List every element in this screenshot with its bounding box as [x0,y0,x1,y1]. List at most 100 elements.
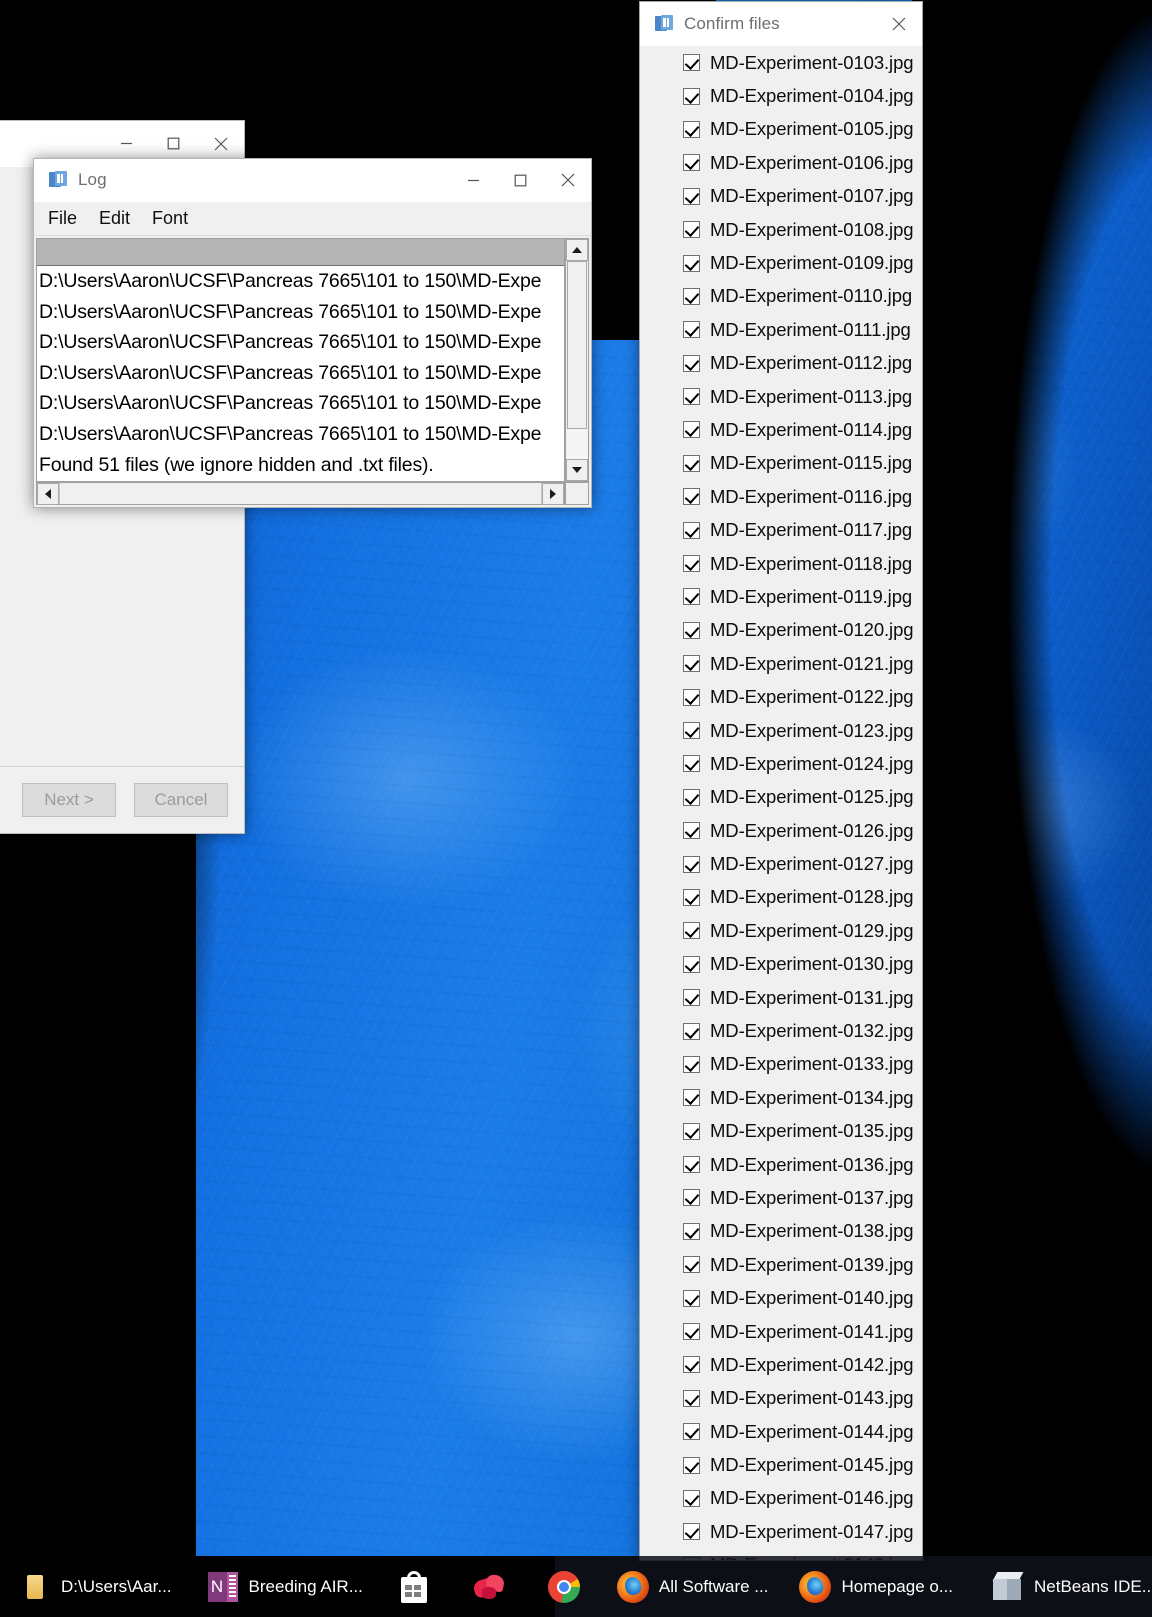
taskbar-item-firefox-all-software[interactable]: All Software ... [610,1556,768,1617]
taskbar-item-store[interactable] [391,1556,440,1617]
list-item[interactable]: MD-Experiment-0146.jpg [641,1482,921,1515]
list-item[interactable]: MD-Experiment-0143.jpg [641,1382,921,1415]
scroll-left-icon[interactable] [37,483,59,505]
list-item[interactable]: MD-Experiment-0133.jpg [641,1048,921,1081]
list-item[interactable]: MD-Experiment-0104.jpg [641,79,921,112]
log-titlebar[interactable]: Log [34,159,591,202]
scroll-up-icon[interactable] [566,239,588,261]
log-vertical-scrollbar[interactable] [565,238,589,482]
list-item[interactable]: MD-Experiment-0106.jpg [641,146,921,179]
list-item[interactable]: MD-Experiment-0132.jpg [641,1014,921,1047]
checkbox-icon[interactable] [683,1089,700,1107]
checkbox-icon[interactable] [683,388,700,406]
list-item[interactable]: MD-Experiment-0105.jpg [641,113,921,146]
list-item[interactable]: MD-Experiment-0111.jpg [641,313,921,346]
log-window[interactable]: Log File Edit Font D:\Users\Aaron\UCSF\P… [33,158,592,508]
checkbox-icon[interactable] [683,888,700,906]
scrollbar-track-h[interactable] [59,483,542,504]
checkbox-icon[interactable] [683,1055,700,1073]
list-item[interactable]: MD-Experiment-0113.jpg [641,380,921,413]
checkbox-icon[interactable] [683,1356,700,1374]
taskbar-item-netbeans[interactable]: NetBeans IDE... [985,1556,1152,1617]
checkbox-icon[interactable] [683,521,700,539]
list-item[interactable]: MD-Experiment-0140.jpg [641,1281,921,1314]
checkbox-icon[interactable] [683,588,700,606]
list-item[interactable]: MD-Experiment-0115.jpg [641,447,921,480]
checkbox-icon[interactable] [683,655,700,673]
confirm-files-dialog[interactable]: Confirm files MD-Experiment-0103.jpg MD-E… [639,1,923,1561]
list-item[interactable]: MD-Experiment-0142.jpg [641,1348,921,1381]
checkbox-icon[interactable] [683,1022,700,1040]
checkbox-icon[interactable] [683,221,700,239]
minimize-icon[interactable] [450,158,497,202]
checkbox-icon[interactable] [683,555,700,573]
checkbox-icon[interactable] [683,621,700,639]
checkbox-icon[interactable] [683,1523,700,1541]
list-item[interactable]: MD-Experiment-0125.jpg [641,781,921,814]
scrollbar-thumb[interactable] [567,261,587,429]
list-item[interactable]: MD-Experiment-0103.jpg [641,46,921,79]
checkbox-icon[interactable] [683,1423,700,1441]
maximize-icon[interactable] [497,158,544,202]
checkbox-icon[interactable] [683,1189,700,1207]
checkbox-icon[interactable] [683,187,700,205]
checkbox-icon[interactable] [683,488,700,506]
checkbox-icon[interactable] [683,287,700,305]
list-item[interactable]: MD-Experiment-0121.jpg [641,647,921,680]
taskbar-item-explorer[interactable]: D:\Users\Aar... [12,1556,172,1617]
list-item[interactable]: MD-Experiment-0130.jpg [641,948,921,981]
checkbox-icon[interactable] [683,1156,700,1174]
list-item[interactable]: MD-Experiment-0137.jpg [641,1181,921,1214]
confirm-files-list[interactable]: MD-Experiment-0103.jpg MD-Experiment-0104… [641,46,921,1560]
list-item[interactable]: MD-Experiment-0107.jpg [641,180,921,213]
confirm-titlebar[interactable]: Confirm files [640,2,922,46]
taskbar[interactable]: D:\Users\Aar... N Breeding AIR... All So… [0,1556,1152,1617]
checkbox-icon[interactable] [683,1456,700,1474]
checkbox-icon[interactable] [683,1122,700,1140]
next-button[interactable]: Next > [22,783,116,817]
scroll-down-icon[interactable] [566,459,588,481]
checkbox-icon[interactable] [683,1489,700,1507]
list-item[interactable]: MD-Experiment-0122.jpg [641,680,921,713]
taskbar-item-red-app[interactable] [466,1556,515,1617]
list-item[interactable]: MD-Experiment-0126.jpg [641,814,921,847]
checkbox-icon[interactable] [683,1289,700,1307]
checkbox-icon[interactable] [683,855,700,873]
list-item[interactable]: MD-Experiment-0124.jpg [641,747,921,780]
list-item[interactable]: MD-Experiment-0141.jpg [641,1315,921,1348]
checkbox-icon[interactable] [683,154,700,172]
taskbar-item-firefox-homepage[interactable]: Homepage o... [792,1556,953,1617]
list-item[interactable]: MD-Experiment-0116.jpg [641,480,921,513]
checkbox-icon[interactable] [683,955,700,973]
checkbox-icon[interactable] [683,1222,700,1240]
close-icon[interactable] [875,2,922,46]
list-item[interactable]: MD-Experiment-0138.jpg [641,1215,921,1248]
list-item[interactable]: MD-Experiment-0131.jpg [641,981,921,1014]
checkbox-icon[interactable] [683,120,700,138]
checkbox-icon[interactable] [683,989,700,1007]
checkbox-icon[interactable] [683,421,700,439]
list-item[interactable]: MD-Experiment-0112.jpg [641,347,921,380]
list-item[interactable]: MD-Experiment-0135.jpg [641,1115,921,1148]
close-icon[interactable] [544,158,591,202]
list-item[interactable]: MD-Experiment-0120.jpg [641,614,921,647]
menu-item-file[interactable]: File [40,208,85,229]
menu-item-font[interactable]: Font [144,208,196,229]
list-item[interactable]: MD-Experiment-0129.jpg [641,914,921,947]
list-item[interactable]: MD-Experiment-0123.jpg [641,714,921,747]
checkbox-icon[interactable] [683,822,700,840]
list-item[interactable]: MD-Experiment-0128.jpg [641,881,921,914]
list-item[interactable]: MD-Experiment-0110.jpg [641,280,921,313]
checkbox-icon[interactable] [683,788,700,806]
checkbox-icon[interactable] [683,922,700,940]
list-item[interactable]: MD-Experiment-0136.jpg [641,1148,921,1181]
list-item[interactable]: MD-Experiment-0117.jpg [641,513,921,546]
taskbar-item-onenote[interactable]: N Breeding AIR... [200,1556,363,1617]
checkbox-icon[interactable] [683,755,700,773]
log-textarea[interactable]: D:\Users\Aaron\UCSF\Pancreas 7665\101 to… [36,238,565,482]
checkbox-icon[interactable] [683,1389,700,1407]
cancel-button[interactable]: Cancel [134,783,228,817]
taskbar-item-chrome[interactable] [541,1556,590,1617]
checkbox-icon[interactable] [683,54,700,72]
checkbox-icon[interactable] [683,454,700,472]
